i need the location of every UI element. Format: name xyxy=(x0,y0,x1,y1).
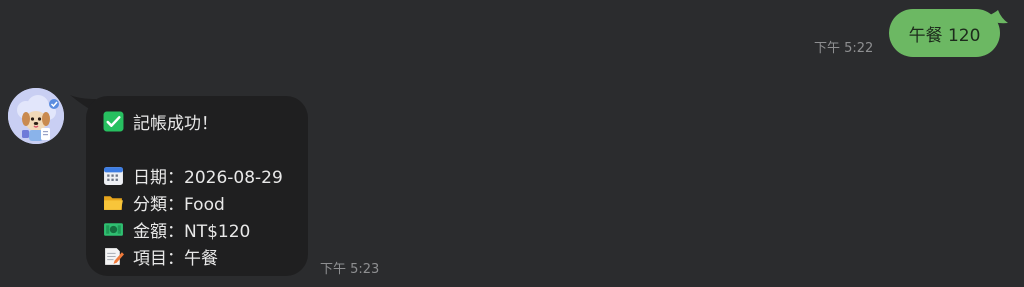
folder-icon xyxy=(104,196,123,210)
message-line-text: 金額：NT$120 xyxy=(133,222,251,242)
outgoing-message-bubble[interactable]: 午餐 120 xyxy=(889,9,1000,57)
message-line-category: 分類：Food xyxy=(103,189,308,216)
message-line-text: 日期：2026-08-29 xyxy=(133,168,283,188)
calendar-icon xyxy=(104,167,123,185)
chat-view: 下午 5:22 午餐 120 記帳成功！ 日期：2026-08-29 分類：Fo… xyxy=(0,0,1024,287)
message-line-status: 記帳成功！ xyxy=(103,108,308,135)
bot-avatar[interactable] xyxy=(8,88,64,144)
message-line-text: 記帳成功！ xyxy=(133,114,218,134)
message-timestamp: 下午 5:22 xyxy=(814,41,874,56)
message-line-date: 日期：2026-08-29 xyxy=(103,162,308,189)
incoming-message-bubble[interactable]: 記帳成功！ 日期：2026-08-29 分類：Food 金額：NT$120 項目… xyxy=(86,96,308,276)
message-line-amount: 金額：NT$120 xyxy=(103,216,308,243)
dog-mascot-icon xyxy=(8,88,64,144)
outgoing-message-text: 午餐 120 xyxy=(908,25,981,46)
message-timestamp: 下午 5:23 xyxy=(320,262,380,277)
memo-icon xyxy=(105,248,124,265)
message-line-item: 項目：午餐 xyxy=(103,243,308,270)
message-line-text: 分類：Food xyxy=(133,195,225,215)
check-mark-icon xyxy=(103,111,124,132)
message-line-text: 項目：午餐 xyxy=(133,249,218,269)
money-icon xyxy=(104,223,123,236)
